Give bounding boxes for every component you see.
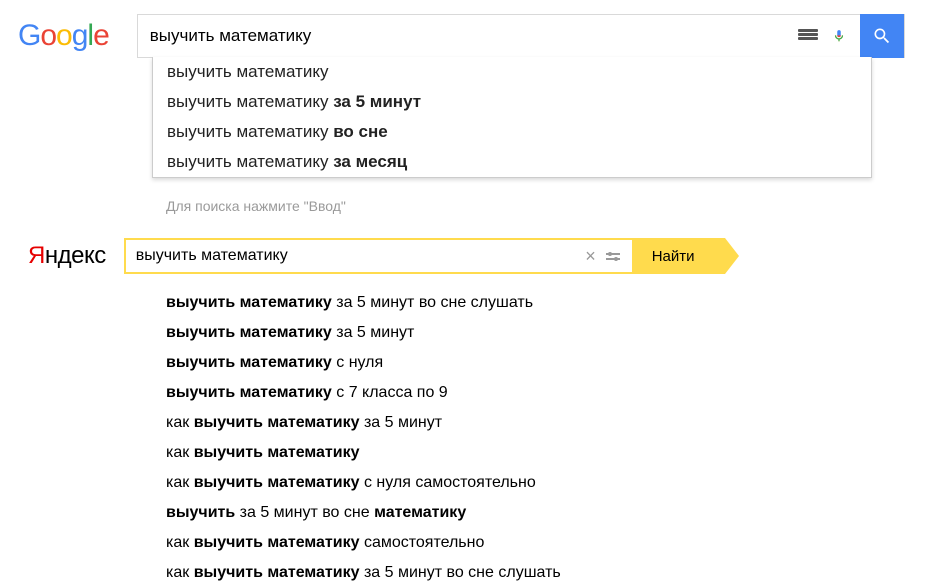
google-header-row: Google (0, 0, 948, 58)
yandex-header-row: Яндекс × Найти (28, 238, 948, 274)
settings-icon[interactable] (602, 253, 624, 260)
yandex-suggestion-item[interactable]: выучить математику за 5 минут во сне слу… (166, 288, 948, 318)
yandex-suggestion-item[interactable]: как выучить математику (166, 438, 948, 468)
yandex-suggestion-item[interactable]: как выучить математику с нуля самостояте… (166, 468, 948, 498)
yandex-search-input[interactable] (136, 247, 579, 265)
google-logo-letter: G (18, 19, 40, 52)
yandex-find-wrap: Найти (634, 238, 725, 274)
yandex-suggestion-item[interactable]: выучить математику за 5 минут (166, 318, 948, 348)
google-section: Google выучить математику выучить матема… (0, 0, 948, 214)
yandex-logo-y: Я (28, 242, 45, 269)
yandex-logo-rest: ндекс (45, 242, 106, 269)
yandex-find-button[interactable]: Найти (634, 238, 725, 274)
google-suggestion-item[interactable]: выучить математику за 5 минут (153, 87, 871, 117)
yandex-arrow-icon (725, 238, 739, 274)
google-suggestion-item[interactable]: выучить математику за месяц (153, 147, 871, 177)
google-logo-letter: e (93, 19, 109, 52)
yandex-section: Яндекс × Найти выучить математику за 5 м… (0, 214, 948, 588)
keyboard-icon[interactable] (798, 29, 818, 43)
yandex-logo[interactable]: Яндекс (28, 242, 106, 270)
clear-icon[interactable]: × (579, 246, 602, 267)
yandex-input-wrap: × (124, 238, 634, 274)
search-icon (872, 26, 892, 46)
yandex-suggestion-item[interactable]: выучить за 5 минут во сне математику (166, 498, 948, 528)
microphone-icon[interactable] (832, 29, 846, 43)
google-suggestion-item[interactable]: выучить математику (153, 57, 871, 87)
yandex-suggestions-list: выучить математику за 5 минут во сне слу… (28, 274, 948, 588)
google-logo-letter: o (40, 19, 56, 52)
google-press-enter-hint: Для поиска нажмите "Ввод" (0, 190, 948, 214)
google-logo-letter: o (56, 19, 72, 52)
google-suggestion-item[interactable]: выучить математику во сне (153, 117, 871, 147)
yandex-suggestion-item[interactable]: выучить математику с нуля (166, 348, 948, 378)
google-search-input[interactable] (138, 15, 798, 57)
yandex-suggestion-item[interactable]: как выучить математику самостоятельно (166, 528, 948, 558)
google-search-button[interactable] (860, 14, 904, 58)
google-search-bar (137, 14, 905, 58)
yandex-search-bar: × Найти (124, 238, 725, 274)
yandex-suggestion-item[interactable]: как выучить математику за 5 минут во сне… (166, 558, 948, 588)
google-suggestions-dropdown: выучить математику выучить математику за… (152, 57, 872, 178)
google-logo[interactable]: Google (18, 19, 109, 53)
yandex-suggestion-item[interactable]: выучить математику с 7 класса по 9 (166, 378, 948, 408)
yandex-suggestion-item[interactable]: как выучить математику за 5 минут (166, 408, 948, 438)
google-logo-letter: g (72, 19, 88, 52)
